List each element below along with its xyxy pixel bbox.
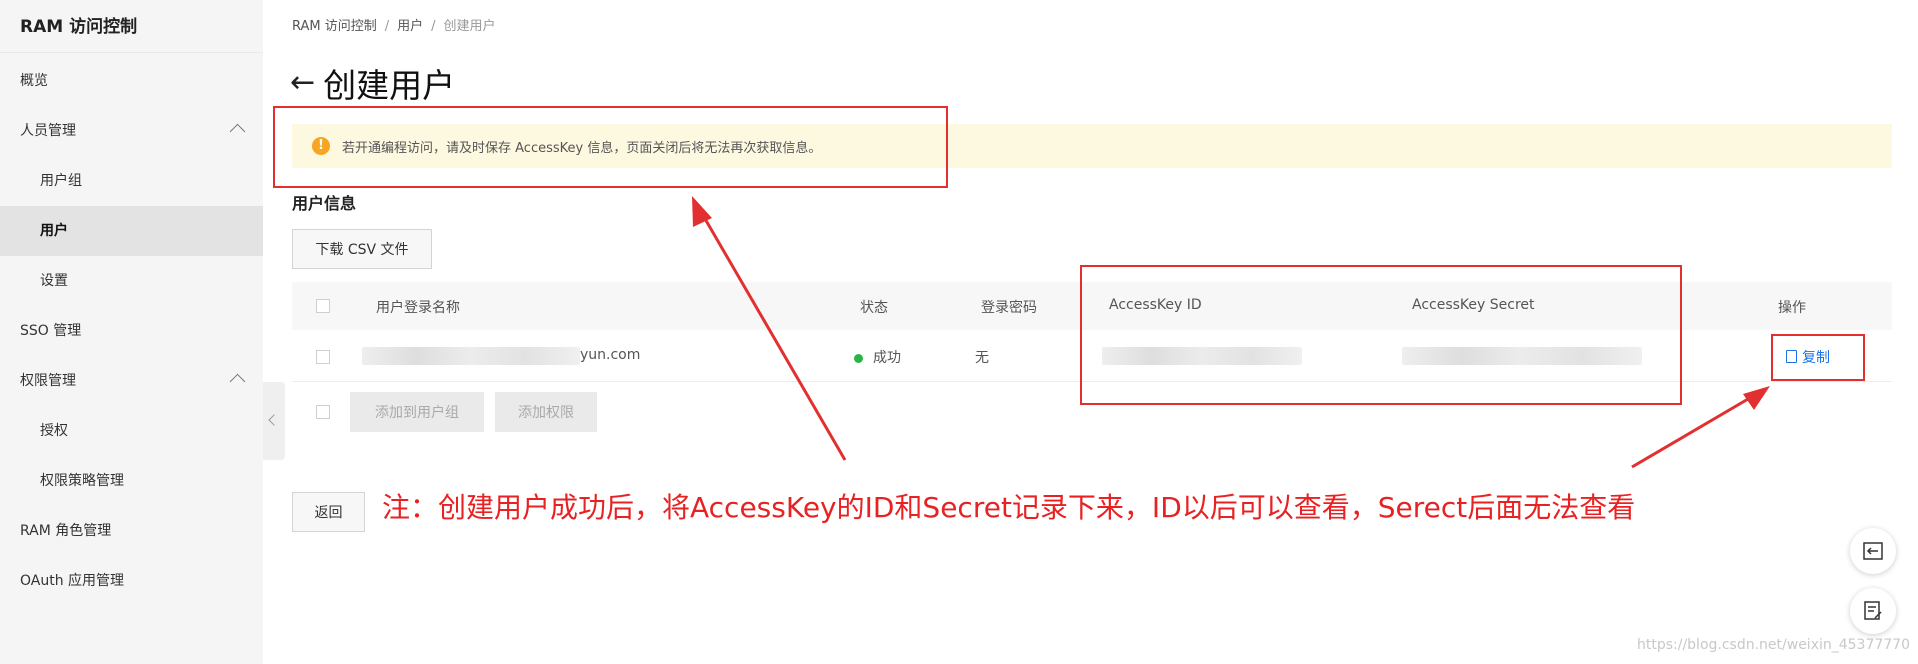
- feedback-icon: [1864, 601, 1882, 620]
- arrow-head-to-copy: [1743, 386, 1770, 410]
- feedback-button[interactable]: [1850, 588, 1896, 634]
- annotation-note: 注：创建用户成功后，将AccessKey的ID和Secret记录下来，ID以后可…: [382, 491, 1636, 524]
- panel-collapse-icon: [1863, 542, 1883, 560]
- arrow-line-to-copy: [1631, 390, 1761, 469]
- arrow-line-to-notice: [695, 204, 847, 461]
- arrow-head-to-notice: [692, 196, 712, 227]
- annotation-arrows: [692, 196, 1770, 469]
- collapse-panel-button[interactable]: [1850, 528, 1896, 574]
- watermark: https://blog.csdn.net/weixin_45377770: [1636, 637, 1910, 653]
